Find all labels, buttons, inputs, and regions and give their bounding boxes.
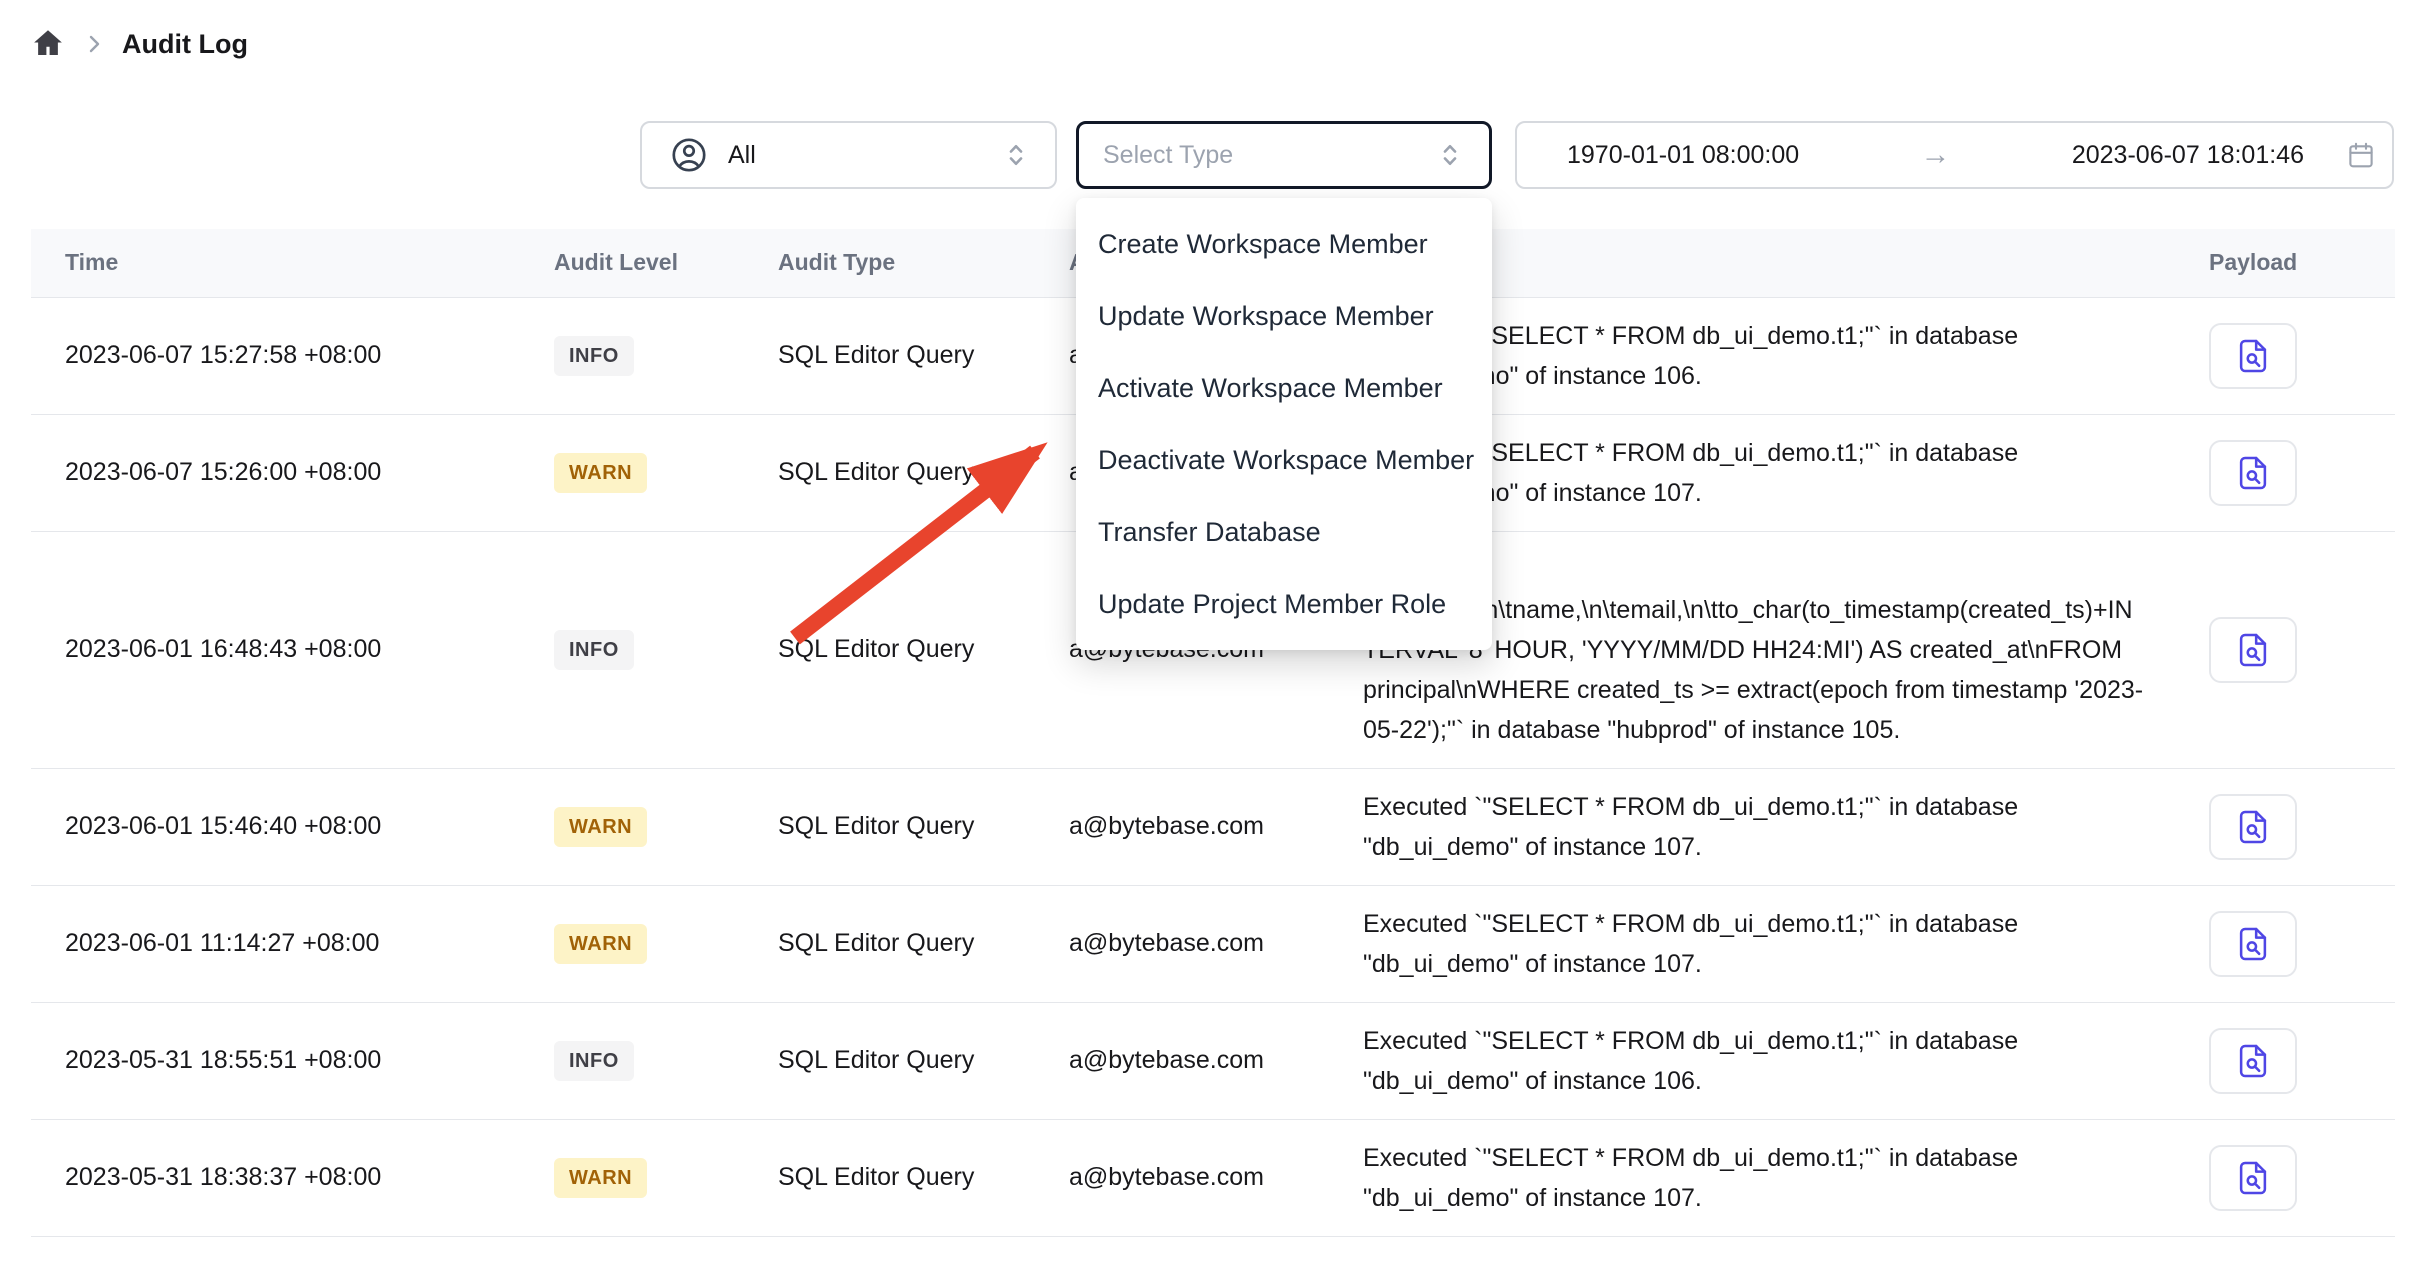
filter-bar: All Select Type 1970-01-01 08:00:00 → 20…: [0, 121, 2410, 189]
view-payload-button[interactable]: [2209, 1145, 2297, 1211]
payload-document-search-icon: [2234, 808, 2272, 846]
cell-payload: [2175, 1002, 2395, 1119]
cell-time: 2023-05-31 18:55:51 +08:00: [31, 1002, 554, 1119]
header-time: Time: [31, 229, 554, 297]
cell-audit-level: WARN: [554, 1119, 778, 1236]
cell-comment: Executed `"SELECT * FROM db_ui_demo.t1;"…: [1363, 885, 2175, 1002]
cell-audit-type: SQL Editor Query: [778, 297, 1069, 414]
cell-audit-type: SQL Editor Query: [778, 768, 1069, 885]
audit-level-badge: WARN: [554, 1158, 647, 1198]
cell-audit-type: SQL Editor Query: [778, 531, 1069, 768]
cell-audit-type: SQL Editor Query: [778, 1119, 1069, 1236]
unfold-chevrons-icon: [1001, 140, 1031, 170]
date-range-end: 2023-06-07 18:01:46: [2072, 141, 2304, 170]
type-dropdown: Create Workspace MemberUpdate Workspace …: [1076, 198, 1492, 650]
cell-actor: a@bytebase.com: [1069, 885, 1363, 1002]
calendar-icon: [2346, 140, 2376, 170]
type-dropdown-option[interactable]: Update Project Member Role: [1076, 568, 1492, 640]
cell-time: 2023-06-01 15:46:40 +08:00: [31, 768, 554, 885]
header-audit-type: Audit Type: [778, 229, 1069, 297]
type-dropdown-option[interactable]: Update Workspace Member: [1076, 280, 1492, 352]
payload-document-search-icon: [2234, 454, 2272, 492]
cell-payload: [2175, 531, 2395, 768]
audit-level-badge: INFO: [554, 630, 634, 670]
type-filter-placeholder: Select Type: [1103, 141, 1233, 170]
cell-payload: [2175, 1119, 2395, 1236]
home-icon: [32, 27, 64, 62]
breadcrumb: Audit Log: [30, 26, 248, 62]
view-payload-button[interactable]: [2209, 323, 2297, 389]
cell-comment: Executed `"SELECT * FROM db_ui_demo.t1;"…: [1363, 1119, 2175, 1236]
cell-actor: a@bytebase.com: [1069, 1002, 1363, 1119]
type-dropdown-option[interactable]: Activate Workspace Member: [1076, 352, 1492, 424]
table-row: 2023-06-01 15:46:40 +08:00WARN SQL Editor…: [31, 768, 2395, 885]
cell-time: 2023-06-07 15:26:00 +08:00: [31, 414, 554, 531]
audit-level-badge: WARN: [554, 453, 647, 493]
audit-level-badge: INFO: [554, 336, 634, 376]
table-row: 2023-05-31 18:38:37 +08:00WARN SQL Editor…: [31, 1119, 2395, 1236]
home-button[interactable]: [30, 26, 66, 62]
payload-document-search-icon: [2234, 1159, 2272, 1197]
audit-level-badge: INFO: [554, 1041, 634, 1081]
payload-document-search-icon: [2234, 1042, 2272, 1080]
cell-comment: Executed `"SELECT * FROM db_ui_demo.t1;"…: [1363, 1002, 2175, 1119]
date-range-picker[interactable]: 1970-01-01 08:00:00 → 2023-06-07 18:01:4…: [1515, 121, 2394, 189]
cell-audit-level: WARN: [554, 885, 778, 1002]
cell-time: 2023-06-01 11:14:27 +08:00: [31, 885, 554, 1002]
cell-time: 2023-06-01 16:48:43 +08:00: [31, 531, 554, 768]
cell-audit-type: SQL Editor Query: [778, 414, 1069, 531]
header-audit-level: Audit Level: [554, 229, 778, 297]
cell-payload: [2175, 297, 2395, 414]
cell-audit-type: SQL Editor Query: [778, 885, 1069, 1002]
person-circle-icon: [670, 136, 708, 174]
type-dropdown-option[interactable]: Deactivate Workspace Member: [1076, 424, 1492, 496]
unfold-chevrons-icon: [1435, 140, 1465, 170]
view-payload-button[interactable]: [2209, 1028, 2297, 1094]
payload-document-search-icon: [2234, 631, 2272, 669]
type-dropdown-option[interactable]: Transfer Database: [1076, 496, 1492, 568]
cell-payload: [2175, 768, 2395, 885]
cell-audit-level: WARN: [554, 768, 778, 885]
actor-filter-select[interactable]: All: [640, 121, 1057, 189]
header-payload: Payload: [2175, 229, 2395, 297]
date-range-start: 1970-01-01 08:00:00: [1567, 141, 1799, 170]
page-title: Audit Log: [122, 29, 248, 60]
view-payload-button[interactable]: [2209, 440, 2297, 506]
cell-actor: a@bytebase.com: [1069, 768, 1363, 885]
cell-audit-level: INFO: [554, 531, 778, 768]
cell-audit-type: SQL Editor Query: [778, 1002, 1069, 1119]
audit-level-badge: WARN: [554, 924, 647, 964]
cell-comment: Executed `"SELECT * FROM db_ui_demo.t1;"…: [1363, 768, 2175, 885]
actor-filter-value: All: [728, 141, 756, 170]
type-dropdown-option[interactable]: Create Workspace Member: [1076, 208, 1492, 280]
view-payload-button[interactable]: [2209, 617, 2297, 683]
arrow-right-icon: →: [1799, 138, 2072, 172]
cell-payload: [2175, 885, 2395, 1002]
table-row: 2023-06-01 11:14:27 +08:00WARN SQL Editor…: [31, 885, 2395, 1002]
payload-document-search-icon: [2234, 925, 2272, 963]
payload-document-search-icon: [2234, 337, 2272, 375]
cell-payload: [2175, 414, 2395, 531]
type-filter-select[interactable]: Select Type: [1076, 121, 1492, 189]
chevron-right-icon: [82, 32, 106, 56]
view-payload-button[interactable]: [2209, 794, 2297, 860]
audit-level-badge: WARN: [554, 807, 647, 847]
cell-time: 2023-06-07 15:27:58 +08:00: [31, 297, 554, 414]
table-row: 2023-05-31 18:55:51 +08:00INFO SQL Editor…: [31, 1002, 2395, 1119]
cell-audit-level: INFO: [554, 297, 778, 414]
cell-time: 2023-05-31 18:38:37 +08:00: [31, 1119, 554, 1236]
cell-audit-level: INFO: [554, 1002, 778, 1119]
view-payload-button[interactable]: [2209, 911, 2297, 977]
cell-audit-level: WARN: [554, 414, 778, 531]
cell-actor: a@bytebase.com: [1069, 1119, 1363, 1236]
